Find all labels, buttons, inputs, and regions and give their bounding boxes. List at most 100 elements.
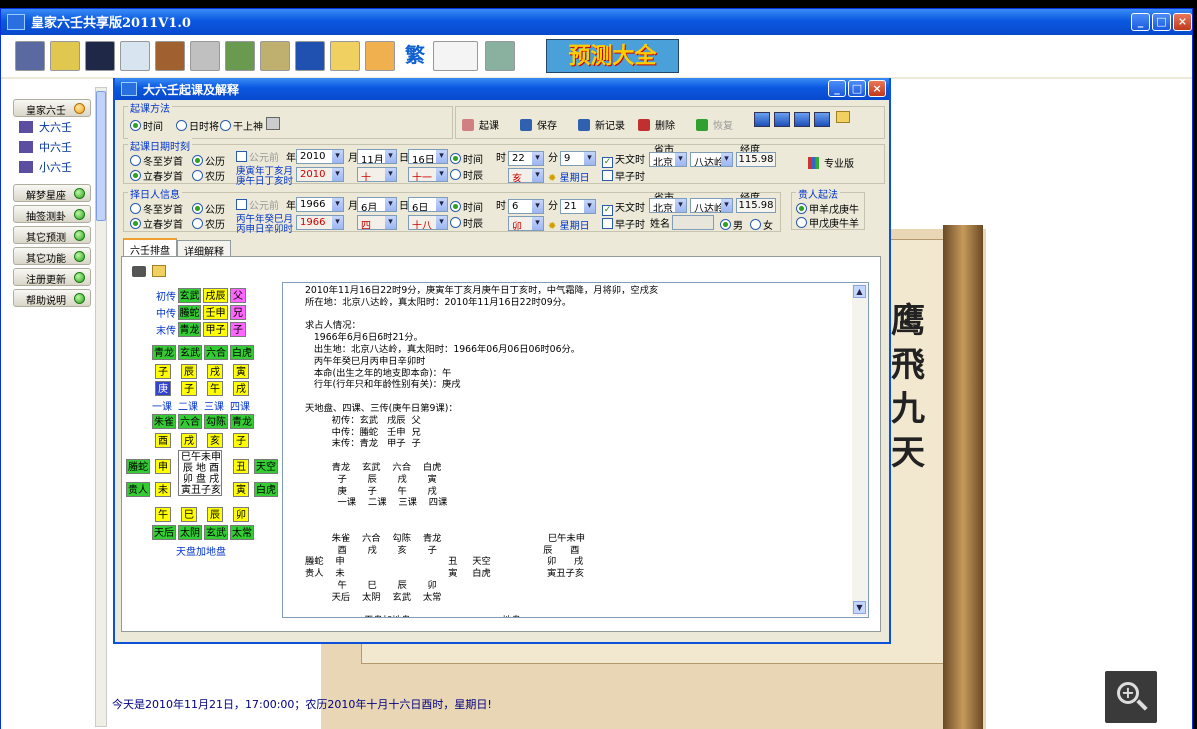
person-province-select[interactable]: 北京 — [649, 198, 687, 213]
sidebar-item-dream[interactable]: 解梦星座 — [13, 184, 91, 202]
sidebar-item-help[interactable]: 帮助说明 — [13, 289, 91, 307]
explanation-textbox[interactable]: 2010年11月16日22时9分，庚寅年丁亥月庚午日丁亥时，中气霜降，月将卯，空… — [282, 282, 869, 618]
person-month-select[interactable]: 6月 — [357, 197, 397, 212]
dialog-close-button[interactable]: × — [868, 80, 886, 97]
explanation-scrollbar[interactable]: ▲ ▼ — [852, 284, 868, 616]
person-time-mode-radio[interactable]: 时间 — [450, 199, 483, 214]
person-city-select[interactable]: 八达岭 — [690, 198, 733, 213]
camera-icon[interactable] — [132, 266, 146, 277]
book-icon[interactable] — [155, 41, 185, 71]
sidebar-item-other-functions[interactable]: 其它功能 — [13, 247, 91, 265]
lunar-month-select[interactable]: 十 — [357, 167, 397, 182]
person-calendar-lunar-radio[interactable]: 农历 — [192, 216, 225, 231]
calendar-icon[interactable] — [266, 117, 280, 130]
name-field[interactable] — [672, 215, 714, 230]
close-button[interactable]: × — [1173, 13, 1192, 31]
magnifier-icon[interactable] — [120, 41, 150, 71]
shichen-mode-radio[interactable]: 时辰 — [450, 167, 483, 182]
edition-button[interactable]: 专业版 — [808, 155, 854, 170]
lunar-day-select[interactable]: 十一 — [408, 167, 448, 182]
maximize-button[interactable]: □ — [1152, 13, 1171, 31]
traditional-chinese-icon[interactable]: 繁 — [400, 41, 430, 71]
season-spring-radio[interactable]: 立春岁首 — [130, 168, 183, 183]
notebook-icon[interactable] — [225, 41, 255, 71]
sidebar-scroll-thumb[interactable] — [96, 91, 106, 221]
method-day-general-radio[interactable]: 日时将 — [176, 118, 219, 133]
last-record-icon[interactable] — [814, 112, 830, 127]
method-time-radio[interactable]: 时间 — [130, 118, 163, 133]
key-icon[interactable] — [365, 41, 395, 71]
person-longitude-field[interactable]: 115.98 — [736, 198, 776, 213]
zi-hour-checkbox[interactable]: 早子时 — [602, 168, 645, 183]
calendar-solar-radio[interactable]: 公历 — [192, 153, 225, 168]
scroll-down-icon[interactable]: ▼ — [853, 601, 866, 614]
dialog-maximize-button[interactable]: □ — [848, 80, 866, 97]
new-record-button[interactable]: 新记录 — [578, 117, 625, 132]
noble-option-2-radio[interactable]: 甲戊庚牛羊 — [796, 215, 859, 230]
sidebar-item-other-forecast[interactable]: 其它预测 — [13, 226, 91, 244]
solar-time-checkbox[interactable]: 天文时 — [602, 151, 645, 168]
city-select[interactable]: 八达岭 — [690, 152, 733, 167]
delete-button[interactable]: 删除 — [638, 117, 675, 132]
method-stem-radio[interactable]: 干上神 — [220, 118, 263, 133]
person-bc-checkbox[interactable]: 公元前 — [236, 197, 279, 212]
tree-item-da-liuren[interactable]: 大六壬 — [19, 119, 72, 135]
tree-item-xiao-liuren[interactable]: 小六壬 — [19, 159, 72, 175]
person-minute-select[interactable]: 21 — [560, 199, 596, 214]
noble-option-1-radio[interactable]: 甲羊戊庚牛 — [796, 201, 859, 216]
person-shichen-select[interactable]: 卯 — [508, 216, 544, 231]
scroll-up-icon[interactable]: ▲ — [853, 285, 866, 298]
start-button[interactable]: 起课 — [462, 117, 499, 132]
wizard-icon[interactable] — [15, 41, 45, 71]
globe-icon[interactable] — [85, 41, 115, 71]
person-zi-hour-checkbox[interactable]: 早子时 — [602, 216, 645, 231]
person-solar-time-checkbox[interactable]: 天文时 — [602, 199, 645, 216]
person-lunar-day-select[interactable]: 十八 — [408, 215, 448, 230]
tree-item-zhong-liuren[interactable]: 中六壬 — [19, 139, 72, 155]
time-mode-radio[interactable]: 时间 — [450, 151, 483, 166]
person-hour-select[interactable]: 6 — [508, 199, 544, 214]
restore-button[interactable]: 恢复 — [696, 117, 733, 132]
longitude-field[interactable]: 115.98 — [736, 152, 776, 167]
person-icon[interactable] — [50, 41, 80, 71]
province-select[interactable]: 北京 — [649, 152, 687, 167]
exit-icon[interactable] — [485, 41, 515, 71]
person-lunar-year-select[interactable]: 1966 — [296, 215, 344, 230]
hour-select[interactable]: 22 — [508, 151, 544, 166]
person-season-winter-radio[interactable]: 冬至岁首 — [130, 201, 183, 216]
person-lunar-month-select[interactable]: 四 — [357, 215, 397, 230]
banner-logo[interactable]: 预测大全 — [546, 39, 679, 73]
female-radio[interactable]: 女 — [750, 217, 773, 232]
help-dropdown-icon[interactable] — [433, 41, 478, 71]
save-button[interactable]: 保存 — [520, 117, 557, 132]
printer-icon[interactable] — [190, 41, 220, 71]
person-season-spring-radio[interactable]: 立春岁首 — [130, 216, 183, 231]
dialog-minimize-button[interactable]: _ — [828, 80, 846, 97]
lunar-year-select[interactable]: 2010 — [296, 167, 344, 182]
sidebar-item-register[interactable]: 注册更新 — [13, 268, 91, 286]
folder-icon[interactable] — [330, 41, 360, 71]
day-select[interactable]: 16日 — [408, 149, 448, 164]
zoom-in-button[interactable]: + — [1105, 671, 1157, 723]
bc-checkbox[interactable]: 公元前 — [236, 149, 279, 164]
year-select[interactable]: 2010 — [296, 149, 344, 164]
sidebar-item-lots[interactable]: 抽签测卦 — [13, 205, 91, 223]
person-calendar-solar-radio[interactable]: 公历 — [192, 201, 225, 216]
next-record-icon[interactable] — [794, 112, 810, 127]
prev-record-icon[interactable] — [774, 112, 790, 127]
open-folder-icon[interactable] — [836, 111, 850, 123]
season-winter-radio[interactable]: 冬至岁首 — [130, 153, 183, 168]
month-select[interactable]: 11月 — [357, 149, 397, 164]
first-record-icon[interactable] — [754, 112, 770, 127]
person-shichen-mode-radio[interactable]: 时辰 — [450, 215, 483, 230]
tools-icon[interactable] — [260, 41, 290, 71]
sidebar-item-huangjia[interactable]: 皇家六壬 — [13, 99, 91, 117]
person-year-select[interactable]: 1966 — [296, 197, 344, 212]
shichen-select[interactable]: 亥 — [508, 168, 544, 183]
tab-chart[interactable]: 六壬排盘 — [123, 238, 177, 258]
save-icon[interactable] — [295, 41, 325, 71]
open-folder-icon[interactable] — [152, 265, 166, 277]
person-day-select[interactable]: 6日 — [408, 197, 448, 212]
calendar-lunar-radio[interactable]: 农历 — [192, 168, 225, 183]
minute-select[interactable]: 9 — [560, 151, 596, 166]
